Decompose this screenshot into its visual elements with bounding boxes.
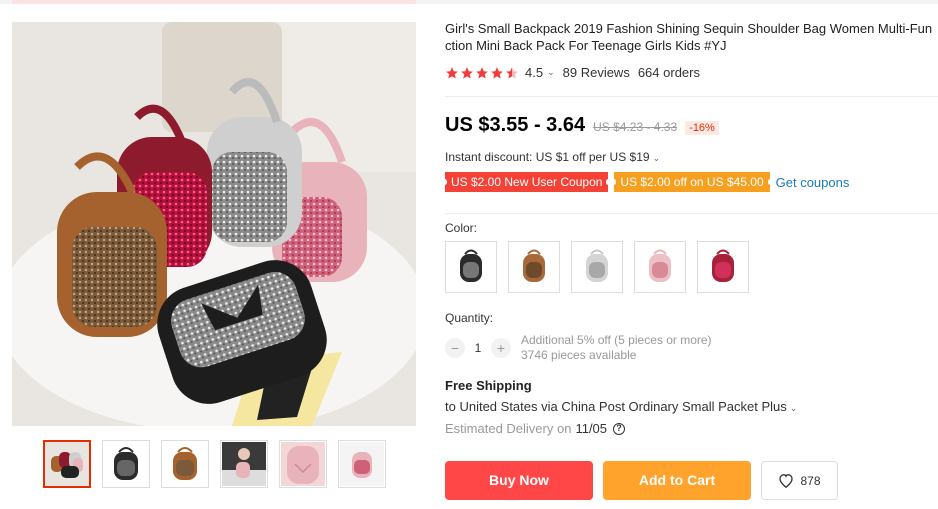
divider — [445, 96, 938, 97]
product-title: Girl's Small Backpack 2019 Fashion Shini… — [445, 21, 933, 53]
thumbnail-6[interactable] — [338, 440, 386, 488]
chevron-down-icon: ⌄ — [652, 153, 661, 163]
delivery-label: Estimated Delivery on — [445, 421, 572, 436]
original-price: US $4.23 - 4.33 — [593, 120, 678, 134]
decrement-button[interactable]: − — [445, 338, 465, 358]
new-user-coupon[interactable]: US $2.00 New User Coupon — [441, 172, 612, 192]
heart-icon — [779, 474, 794, 488]
coupon-row: US $2.00 New User Coupon US $2.00 off on… — [441, 172, 850, 192]
add-to-cart-button[interactable]: Add to Cart — [603, 461, 751, 500]
action-buttons: Buy Now Add to Cart 878 — [445, 461, 838, 500]
rating-row: 4.5 ⌄ 89 Reviews 664 orders — [445, 65, 700, 80]
price-row: US $3.55 - 3.64 US $4.23 - 4.33 -16% — [445, 114, 719, 137]
wishlist-count: 878 — [800, 473, 821, 488]
top-strip — [0, 0, 938, 4]
quantity-label: Quantity: — [445, 311, 494, 325]
main-product-image[interactable] — [12, 22, 416, 426]
discount-badge: -16% — [685, 121, 719, 135]
color-options — [445, 241, 749, 293]
quantity-input[interactable]: 1 — [465, 341, 491, 355]
shipping-title: Free Shipping — [445, 378, 532, 393]
current-price: US $3.55 - 3.64 — [445, 114, 586, 136]
help-icon[interactable]: ? — [613, 422, 626, 435]
color-option-silver[interactable] — [571, 241, 623, 293]
increment-button[interactable]: + — [491, 338, 511, 358]
half-star-icon — [505, 66, 519, 80]
thumbnail-4[interactable] — [220, 440, 268, 488]
shipping-method-text: to United States via China Post Ordinary… — [445, 399, 787, 414]
chevron-down-icon: ⌄ — [789, 403, 798, 413]
thumbnail-5[interactable] — [279, 440, 327, 488]
rating-value: 4.5 — [525, 65, 544, 80]
star-icon — [445, 66, 459, 80]
quantity-note: Additional 5% off (5 pieces or more) 374… — [521, 333, 712, 363]
wishlist-button[interactable]: 878 — [761, 461, 838, 500]
color-option-pink[interactable] — [634, 241, 686, 293]
color-option-red[interactable] — [697, 241, 749, 293]
order-coupon[interactable]: US $2.00 off on US $45.00 — [611, 172, 773, 192]
quantity-stepper: − 1 + Additional 5% off (5 pieces or mor… — [445, 333, 712, 363]
star-icon — [475, 66, 489, 80]
orders-count: 664 orders — [637, 65, 700, 80]
instant-discount-text: Instant discount: US $1 off per US $19 — [445, 150, 650, 164]
thumbnail-1[interactable] — [43, 440, 91, 488]
star-icon — [490, 66, 504, 80]
star-icon — [460, 66, 474, 80]
product-info: Girl's Small Backpack 2019 Fashion Shini… — [441, 20, 938, 500]
shipping-method[interactable]: to United States via China Post Ordinary… — [445, 399, 797, 414]
thumbnail-strip — [43, 440, 386, 488]
color-option-black[interactable] — [445, 241, 497, 293]
get-coupons-link[interactable]: Get coupons — [776, 175, 850, 190]
thumbnail-2[interactable] — [102, 440, 150, 488]
reviews-link[interactable]: 89 Reviews — [563, 65, 630, 80]
chevron-down-icon[interactable]: ⌄ — [547, 67, 555, 78]
divider — [445, 213, 938, 214]
rating-stars — [445, 66, 519, 80]
instant-discount[interactable]: Instant discount: US $1 off per US $19 ⌄ — [445, 150, 660, 164]
thumbnail-3[interactable] — [161, 440, 209, 488]
color-label: Color: — [445, 221, 478, 235]
buy-now-button[interactable]: Buy Now — [445, 461, 593, 500]
delivery-date: 11/05 — [575, 421, 608, 436]
color-option-brown[interactable] — [508, 241, 560, 293]
bulk-discount-text: Additional 5% off (5 pieces or more) — [521, 333, 712, 347]
stock-available: 3746 pieces available — [521, 348, 637, 362]
delivery-estimate: Estimated Delivery on 11/05 ? — [445, 421, 626, 436]
